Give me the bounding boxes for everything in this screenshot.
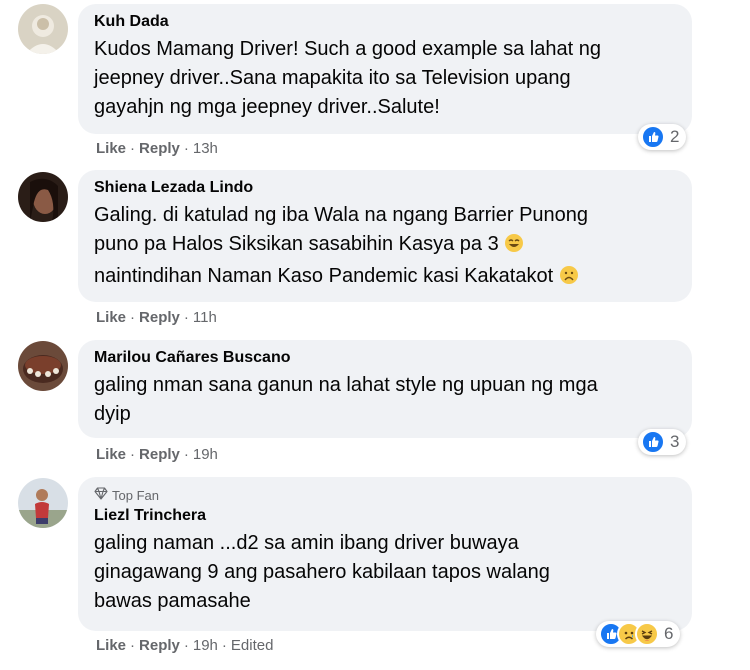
top-fan-label: Top Fan [112, 487, 159, 503]
separator-dot: · [130, 309, 136, 326]
timestamp[interactable]: 19h [193, 446, 218, 463]
comment-author[interactable]: Liezl Trinchera [94, 506, 678, 526]
reaction-summary[interactable]: 6 [596, 621, 681, 647]
comment-bubble: Shiena Lezada Lindo Galing. di katulad n… [78, 170, 692, 302]
reply-link[interactable]: Reply [139, 140, 180, 157]
separator-dot: · [221, 637, 227, 654]
timestamp[interactable]: 13h [193, 140, 218, 157]
separator-dot: · [183, 637, 189, 654]
worried-face-emoji-icon [559, 265, 579, 294]
timestamp[interactable]: 11h [193, 309, 217, 326]
like-icon [641, 430, 665, 454]
comment-line: puno pa Halos Siksikan sasabihin Kasya p… [94, 230, 678, 262]
comment-line: Galing. di katulad ng iba Wala na ngang … [94, 204, 589, 226]
avatar[interactable] [18, 4, 68, 54]
like-link[interactable]: Like [96, 140, 126, 157]
grinning-sweat-emoji-icon [504, 233, 524, 262]
reply-link[interactable]: Reply [139, 446, 180, 463]
comment-text: Kudos Mamang Driver! Such a good example… [94, 35, 678, 122]
comment-line-text: naintindihan Naman Kaso Pandemic kasi Ka… [94, 265, 554, 287]
separator-dot: · [183, 446, 189, 463]
comment-bubble: Marilou Cañares Buscano galing nman sana… [78, 340, 692, 438]
comment-line: galing naman ...d2 sa amin ibang driver … [94, 532, 519, 554]
like-link[interactable]: Like [96, 637, 126, 654]
comment-text: Galing. di katulad ng iba Wala na ngang … [94, 201, 678, 294]
avatar[interactable] [18, 341, 68, 391]
comment-line: naintindihan Naman Kaso Pandemic kasi Ka… [94, 262, 678, 294]
comment-text: galing nman sana ganun na lahat style ng… [94, 371, 678, 429]
comment-line: galing nman sana ganun na lahat style ng… [94, 374, 598, 396]
reaction-summary[interactable]: 3 [638, 429, 687, 455]
comment-actions: Like · Reply · 11h [96, 309, 217, 327]
comment-line-text: puno pa Halos Siksikan sasabihin Kasya p… [94, 233, 499, 255]
comment-bubble: Top Fan Liezl Trinchera galing naman ...… [78, 477, 692, 631]
comment-actions: Like · Reply · 19h [96, 446, 218, 464]
comment-line: bawas pamasahe [94, 590, 251, 612]
comment-actions: Like · Reply · 13h [96, 140, 218, 158]
separator-dot: · [130, 140, 136, 157]
separator-dot: · [183, 309, 189, 326]
diamond-icon [94, 487, 108, 504]
avatar[interactable] [18, 172, 68, 222]
separator-dot: · [183, 140, 189, 157]
reaction-count: 6 [664, 624, 674, 643]
comment-line: jeepney driver..Sana mapakita ito sa Tel… [94, 67, 571, 89]
reply-link[interactable]: Reply [139, 309, 180, 326]
haha-icon [635, 622, 659, 646]
comment-line: gayahjn ng mga jeepney driver..Salute! [94, 96, 440, 118]
comment-author[interactable]: Shiena Lezada Lindo [94, 178, 678, 198]
comment-author[interactable]: Kuh Dada [94, 12, 678, 32]
like-link[interactable]: Like [96, 446, 126, 463]
timestamp[interactable]: 19h [193, 637, 218, 654]
comment-line: ginagawang 9 ang pasahero kabilaan tapos… [94, 561, 550, 583]
reaction-count: 2 [670, 127, 680, 146]
comment-bubble: Kuh Dada Kudos Mamang Driver! Such a goo… [78, 4, 692, 134]
comment-actions: Like · Reply · 19h · Edited [96, 637, 273, 655]
comment-line: dyip [94, 403, 131, 425]
top-fan-badge[interactable]: Top Fan [94, 487, 678, 504]
reply-link[interactable]: Reply [139, 637, 180, 654]
reaction-summary[interactable]: 2 [638, 124, 687, 150]
reaction-count: 3 [670, 432, 680, 451]
edited-label: Edited [230, 637, 274, 654]
like-icon [641, 125, 665, 149]
avatar[interactable] [18, 478, 68, 528]
comment-line: Kudos Mamang Driver! Such a good example… [94, 38, 601, 60]
comment-author[interactable]: Marilou Cañares Buscano [94, 348, 678, 368]
separator-dot: · [130, 637, 136, 654]
like-link[interactable]: Like [96, 309, 126, 326]
comment-text: galing naman ...d2 sa amin ibang driver … [94, 529, 678, 616]
separator-dot: · [130, 446, 136, 463]
